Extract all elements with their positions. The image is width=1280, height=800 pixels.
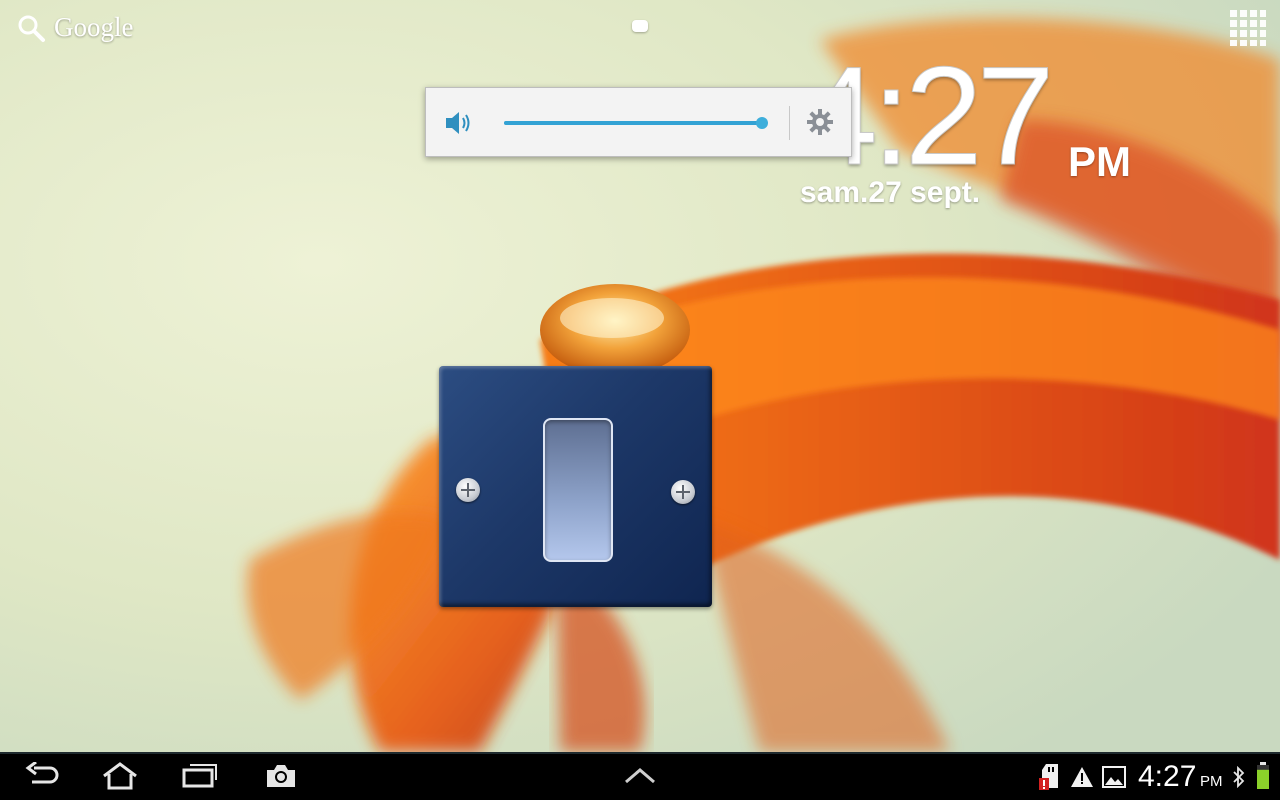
search-icon bbox=[16, 13, 46, 43]
volume-panel bbox=[425, 87, 852, 157]
system-navigation-bar: 4:27 PM bbox=[0, 752, 1280, 800]
home-button[interactable] bbox=[100, 762, 140, 790]
page-indicator bbox=[632, 20, 648, 32]
battery-icon bbox=[1256, 762, 1270, 795]
clock-ampm: PM bbox=[1068, 138, 1131, 185]
screw-right-icon bbox=[671, 480, 695, 504]
sd-card-warning-icon bbox=[1038, 762, 1064, 797]
screw-left-icon bbox=[456, 478, 480, 502]
clock-date: sam.27 sept. bbox=[800, 176, 981, 209]
settings-gear-icon[interactable] bbox=[806, 108, 834, 141]
bluetooth-icon bbox=[1232, 765, 1246, 793]
status-ampm: PM bbox=[1200, 773, 1223, 790]
light-switch-toggle[interactable] bbox=[543, 418, 613, 562]
google-search-widget[interactable]: Google bbox=[16, 12, 133, 43]
gallery-image-icon bbox=[1102, 766, 1126, 793]
back-button[interactable] bbox=[24, 762, 60, 790]
apps-grid-icon[interactable] bbox=[1230, 10, 1266, 46]
speaker-icon[interactable] bbox=[444, 110, 474, 141]
light-switch-widget[interactable] bbox=[439, 366, 712, 607]
google-search-label: Google bbox=[54, 12, 134, 42]
volume-fill bbox=[504, 121, 762, 125]
screenshot-camera-button[interactable] bbox=[264, 762, 298, 790]
volume-slider[interactable] bbox=[504, 117, 768, 129]
warning-icon bbox=[1070, 766, 1094, 793]
recent-apps-button[interactable] bbox=[182, 762, 218, 790]
chevron-up-icon[interactable] bbox=[624, 766, 656, 786]
status-time: 4:27 bbox=[1138, 760, 1197, 793]
volume-divider bbox=[789, 106, 790, 140]
volume-thumb[interactable] bbox=[756, 117, 768, 129]
